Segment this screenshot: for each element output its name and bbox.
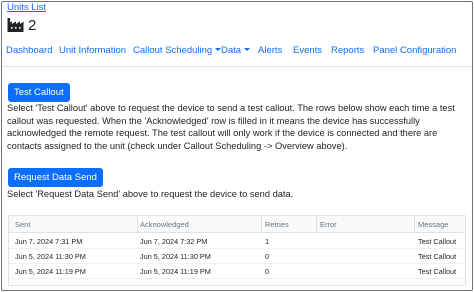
nav-alerts[interactable]: Alerts <box>258 42 282 60</box>
column-header-message: Message <box>418 220 449 229</box>
unit-header: 2 <box>7 15 36 35</box>
column-divider <box>137 216 138 233</box>
nav-label: Dashboard <box>6 45 53 56</box>
cell-message: Test Callout <box>418 252 457 261</box>
cell-retries: 0 <box>265 252 270 261</box>
cell-sent: Jun 7, 2024 7:31 PM <box>15 237 83 246</box>
cell-acknowledged: Jun 7, 2024 7:32 PM <box>140 237 208 246</box>
column-divider <box>316 216 317 233</box>
units-list-link[interactable]: Units List <box>7 2 46 13</box>
nav-dashboard[interactable]: Dashboard <box>6 42 52 60</box>
unit-name: 2 <box>28 16 37 34</box>
nav-divider <box>2 66 472 67</box>
table-row[interactable]: Jun 5, 2024 11:19 PM Jun 5, 2024 11:19 P… <box>9 264 465 279</box>
nav-label: Data <box>221 45 242 56</box>
column-divider <box>261 216 262 233</box>
column-header-acknowledged: Acknowledged <box>140 220 189 229</box>
nav-data[interactable]: Data <box>221 42 251 60</box>
nav-events[interactable]: Events <box>293 42 322 60</box>
cell-message: Test Callout <box>418 237 457 246</box>
nav-label: Alerts <box>258 45 283 56</box>
cell-retries: 1 <box>265 237 270 246</box>
column-divider <box>414 216 415 233</box>
callout-history-table: Sent Acknowledged Retries Error Message … <box>8 215 466 286</box>
cell-sent: Jun 5, 2024 11:19 PM <box>15 267 86 276</box>
column-header-error: Error <box>320 220 337 229</box>
column-header-retries: Retries <box>265 220 289 229</box>
column-header-sent: Sent <box>15 220 31 229</box>
request-data-description: Select 'Request Data Send' above to requ… <box>7 189 294 199</box>
cell-acknowledged: Jun 5, 2024 11:30 PM <box>140 252 211 261</box>
nav-callout-scheduling[interactable]: Callout Scheduling <box>133 42 222 60</box>
nav-label: Callout Scheduling <box>133 45 213 56</box>
test-callout-description: Select 'Test Callout' above to request t… <box>7 103 455 151</box>
nav-label: Reports <box>331 45 365 56</box>
cell-retries: 0 <box>265 267 270 276</box>
cell-message: Test Callout <box>418 267 457 276</box>
request-data-send-button[interactable]: Request Data Send <box>8 168 103 187</box>
cell-acknowledged: Jun 5, 2024 11:19 PM <box>140 267 211 276</box>
test-callout-button[interactable]: Test Callout <box>8 83 70 102</box>
nav-label: Panel Configuration <box>373 45 457 56</box>
table-row[interactable]: Jun 5, 2024 11:30 PM Jun 5, 2024 11:30 P… <box>9 249 465 264</box>
table-row[interactable]: Jun 7, 2024 7:31 PM Jun 7, 2024 7:32 PM … <box>9 234 465 249</box>
cell-sent: Jun 5, 2024 11:30 PM <box>15 252 86 261</box>
factory-icon <box>7 18 24 32</box>
nav-label: Unit Information <box>59 45 127 56</box>
nav-label: Events <box>293 45 323 56</box>
table-header: Sent Acknowledged Retries Error Message <box>9 216 465 233</box>
nav-reports[interactable]: Reports <box>331 42 364 60</box>
nav-panel-configuration[interactable]: Panel Configuration <box>373 42 456 60</box>
chevron-down-icon <box>244 47 251 51</box>
nav-unit-information[interactable]: Unit Information <box>59 42 126 60</box>
